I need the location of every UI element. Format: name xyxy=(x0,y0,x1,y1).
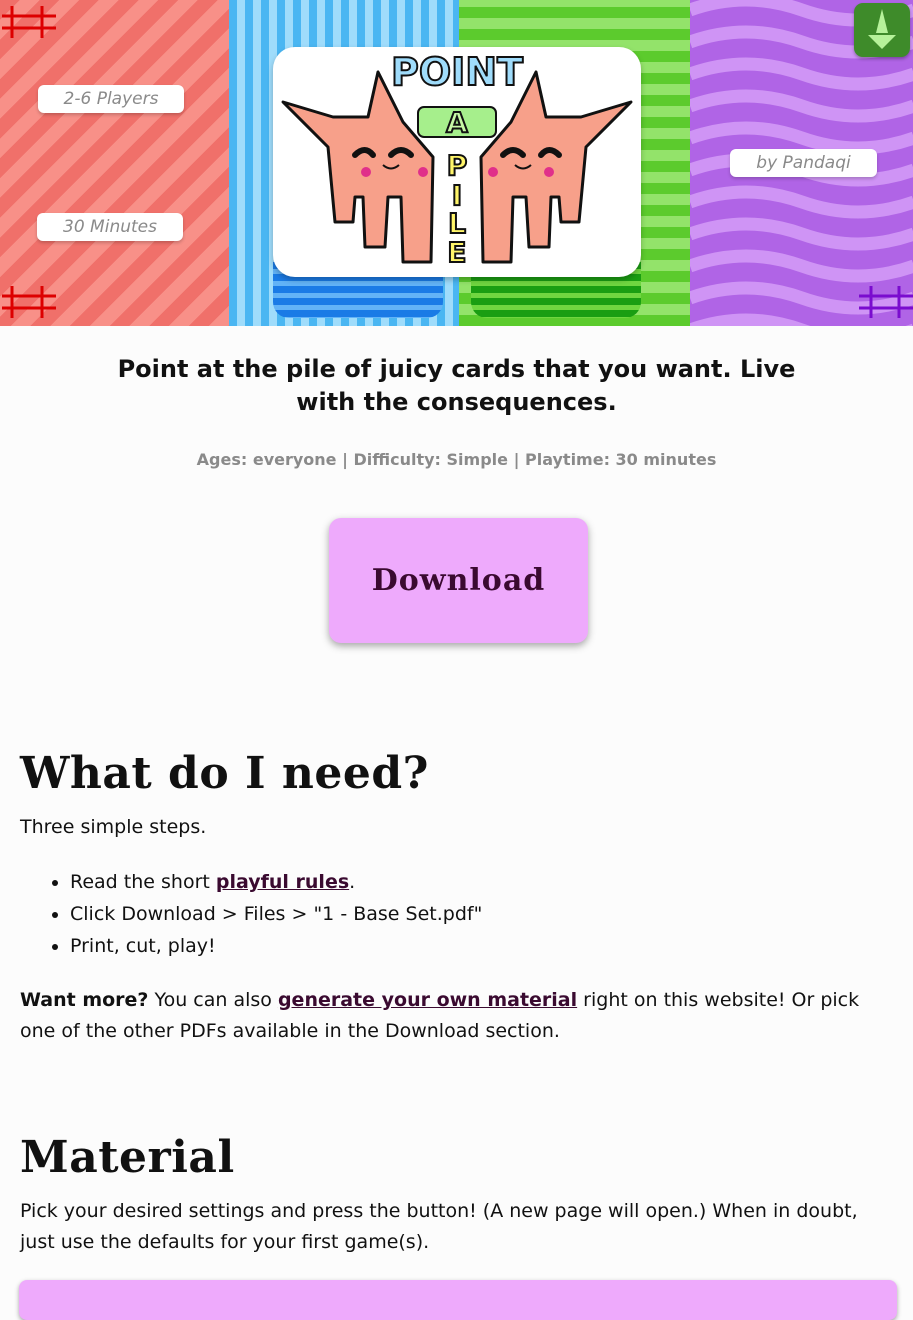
download-button[interactable]: Download xyxy=(329,518,588,643)
svg-text:P: P xyxy=(447,149,468,182)
list-item: Print, cut, play! xyxy=(70,930,870,962)
game-logo: POINT A P I L E xyxy=(273,47,641,277)
right-hand-character xyxy=(479,70,633,264)
want-more-label: Want more? xyxy=(20,989,149,1011)
duration-badge: 30 Minutes xyxy=(37,213,183,241)
logo-artwork: POINT A P I L E xyxy=(281,49,633,270)
step-text: . xyxy=(349,871,356,893)
tagline: Point at the pile of juicy cards that yo… xyxy=(117,355,796,416)
left-hand-character xyxy=(281,70,435,264)
paragraph-text: You can also xyxy=(148,989,278,1011)
download-corner-icon[interactable] xyxy=(854,3,910,57)
svg-text:E: E xyxy=(447,236,466,269)
what-do-i-need-heading: What do I need? xyxy=(20,748,429,799)
card-symbol-icon xyxy=(2,286,56,318)
steps-intro: Three simple steps. xyxy=(20,816,207,838)
generate-material-link[interactable]: generate your own material xyxy=(278,989,577,1011)
list-item: Read the short playful rules. xyxy=(70,866,870,898)
svg-text:A: A xyxy=(446,106,468,139)
step-text: Read the short xyxy=(70,871,216,893)
steps-list: Read the short playful rules. Click Down… xyxy=(70,866,870,962)
material-heading: Material xyxy=(20,1132,235,1183)
card-symbol-icon xyxy=(859,286,913,318)
material-description: Pick your desired settings and press the… xyxy=(20,1200,858,1253)
want-more-paragraph: Want more? You can also generate your ow… xyxy=(20,985,890,1047)
players-badge: 2-6 Players xyxy=(38,85,184,113)
header-banner: 2-6 Players 30 Minutes by Pandaqi POINT … xyxy=(0,0,913,326)
list-item: Click Download > Files > "1 - Base Set.p… xyxy=(70,898,870,930)
svg-text:POINT: POINT xyxy=(391,50,523,94)
card-symbol-icon xyxy=(2,6,56,38)
banner-panel-red xyxy=(0,0,229,326)
material-settings-panel[interactable] xyxy=(19,1280,897,1320)
author-badge: by Pandaqi xyxy=(730,149,877,177)
playful-rules-link[interactable]: playful rules xyxy=(216,871,349,893)
game-meta-info: Ages: everyone | Difficulty: Simple | Pl… xyxy=(196,450,717,469)
